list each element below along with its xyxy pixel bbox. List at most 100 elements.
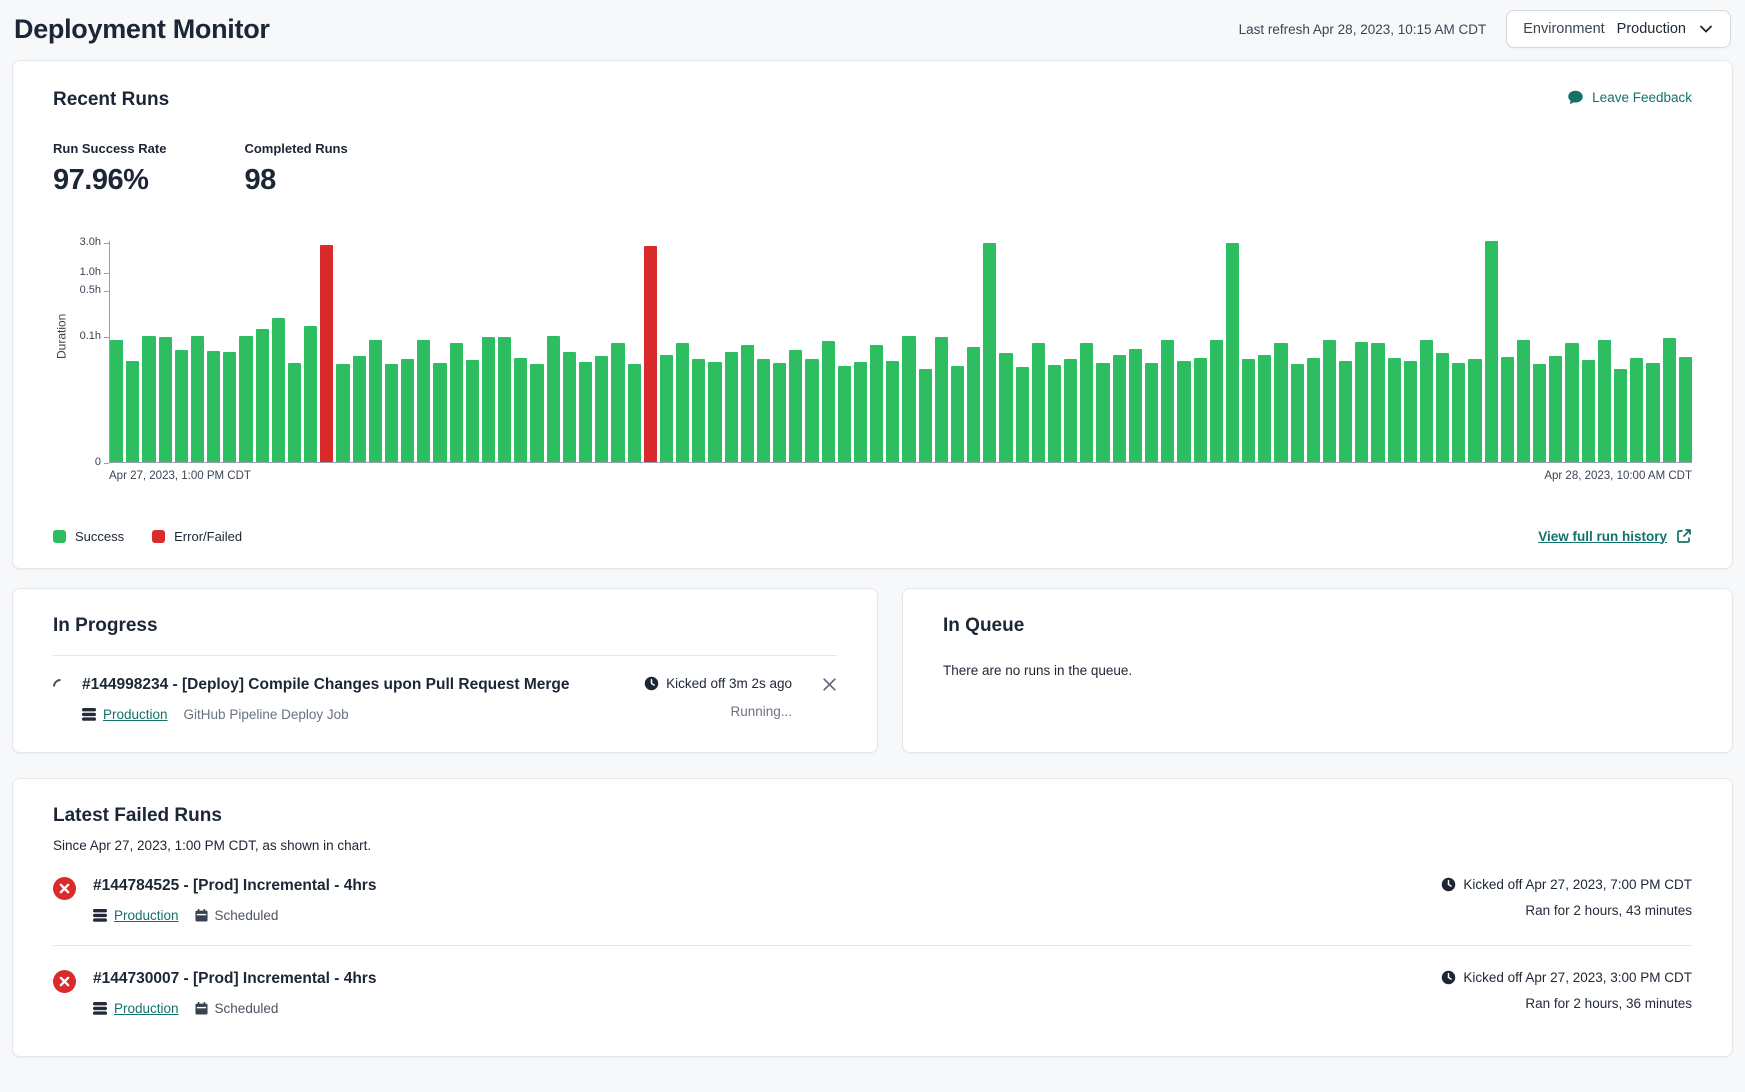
run-bar-success[interactable] — [1679, 357, 1692, 462]
run-bar-success[interactable] — [611, 343, 624, 462]
run-bar-success[interactable] — [336, 364, 349, 462]
run-bar-success[interactable] — [1080, 343, 1093, 462]
run-bar-success[interactable] — [886, 361, 899, 462]
environment-dropdown[interactable]: Environment Production — [1506, 10, 1731, 48]
run-bar-success[interactable] — [1194, 358, 1207, 462]
run-bar-success[interactable] — [1598, 340, 1611, 462]
run-bar-success[interactable] — [1485, 241, 1498, 462]
run-bar-success[interactable] — [369, 340, 382, 463]
run-bar-success[interactable] — [1549, 356, 1562, 462]
run-bar-success[interactable] — [1226, 243, 1239, 462]
run-bar-success[interactable] — [676, 343, 689, 463]
run-bar-success[interactable] — [999, 353, 1012, 462]
run-bar-success[interactable] — [1630, 358, 1643, 462]
run-bar-success[interactable] — [1582, 360, 1595, 462]
run-bar-success[interactable] — [1501, 357, 1514, 462]
run-bar-success[interactable] — [1339, 361, 1352, 462]
run-bar-success[interactable] — [822, 341, 835, 462]
run-bar-success[interactable] — [1129, 349, 1142, 462]
run-bar-success[interactable] — [223, 352, 236, 462]
run-bar-success[interactable] — [385, 364, 398, 462]
run-bar-success[interactable] — [1016, 367, 1029, 462]
run-bar-success[interactable] — [563, 352, 576, 462]
run-bar-success[interactable] — [288, 363, 301, 462]
run-bar-success[interactable] — [757, 359, 770, 462]
run-bar-success[interactable] — [239, 336, 252, 462]
run-name-link[interactable]: #144998234 - [Deploy] Compile Changes up… — [82, 676, 630, 694]
run-bar-success[interactable] — [1096, 363, 1109, 462]
run-bar-success[interactable] — [110, 340, 123, 463]
run-bar-success[interactable] — [1436, 353, 1449, 462]
run-name-link[interactable]: #144784525 - [Prod] Incremental - 4hrs — [93, 877, 1424, 895]
run-bar-success[interactable] — [401, 359, 414, 462]
run-bar-success[interactable] — [1452, 363, 1465, 462]
run-bar-success[interactable] — [1388, 358, 1401, 462]
run-bar-success[interactable] — [1032, 343, 1045, 462]
run-bar-success[interactable] — [417, 340, 430, 463]
run-bar-success[interactable] — [1565, 343, 1578, 462]
environment-link[interactable]: Production — [82, 707, 168, 722]
run-bar-success[interactable] — [547, 336, 560, 462]
run-bar-success[interactable] — [191, 336, 204, 462]
run-bar-success[interactable] — [660, 355, 673, 462]
leave-feedback-link[interactable]: Leave Feedback — [1567, 89, 1692, 106]
run-bar-success[interactable] — [1113, 355, 1126, 462]
run-bar-success[interactable] — [1614, 369, 1627, 462]
run-bar-success[interactable] — [1663, 338, 1676, 462]
run-bar-success[interactable] — [1517, 340, 1530, 463]
run-bar-success[interactable] — [1274, 343, 1287, 462]
run-bar-success[interactable] — [854, 362, 867, 462]
run-bar-success[interactable] — [741, 345, 754, 462]
run-bar-success[interactable] — [1371, 343, 1384, 462]
run-bar-success[interactable] — [838, 366, 851, 462]
run-bar-success[interactable] — [272, 318, 285, 462]
run-bar-success[interactable] — [1533, 364, 1546, 462]
run-bar-success[interactable] — [1242, 359, 1255, 462]
run-bar-success[interactable] — [1064, 359, 1077, 462]
view-full-run-history-link[interactable]: View full run history — [1538, 528, 1692, 544]
run-bar-success[interactable] — [142, 336, 155, 462]
run-bar-success[interactable] — [304, 326, 317, 462]
run-bar-success[interactable] — [870, 345, 883, 462]
run-bar-success[interactable] — [902, 336, 915, 462]
environment-link[interactable]: Production — [93, 1001, 179, 1016]
run-bar-success[interactable] — [967, 347, 980, 462]
run-bar-success[interactable] — [207, 351, 220, 462]
run-bar-success[interactable] — [1161, 340, 1174, 463]
run-bar-success[interactable] — [708, 362, 721, 462]
run-bar-success[interactable] — [725, 352, 738, 463]
run-bar-success[interactable] — [1210, 340, 1223, 463]
run-bar-success[interactable] — [514, 358, 527, 462]
run-bar-success[interactable] — [482, 337, 495, 462]
run-bar-success[interactable] — [1323, 340, 1336, 463]
run-bar-success[interactable] — [789, 350, 802, 462]
run-name-link[interactable]: #144730007 - [Prod] Incremental - 4hrs — [93, 970, 1424, 988]
run-bar-success[interactable] — [126, 361, 139, 462]
run-bar-success[interactable] — [805, 359, 818, 462]
run-bar-success[interactable] — [1291, 364, 1304, 462]
run-bar-success[interactable] — [773, 363, 786, 462]
environment-link[interactable]: Production — [93, 908, 179, 923]
run-bar-success[interactable] — [595, 356, 608, 462]
close-icon[interactable] — [822, 677, 837, 697]
run-bar-success[interactable] — [256, 329, 269, 463]
run-bar-success[interactable] — [530, 364, 543, 462]
run-bar-success[interactable] — [1468, 359, 1481, 462]
run-bar-success[interactable] — [1420, 340, 1433, 463]
run-bar-success[interactable] — [983, 243, 996, 462]
run-bar-error[interactable] — [320, 245, 333, 462]
run-bar-success[interactable] — [1404, 361, 1417, 462]
run-bar-error[interactable] — [644, 246, 657, 462]
run-bar-success[interactable] — [498, 337, 511, 462]
run-bar-success[interactable] — [1646, 363, 1659, 462]
run-bar-success[interactable] — [433, 363, 446, 462]
run-bar-success[interactable] — [919, 369, 932, 462]
run-bar-success[interactable] — [353, 356, 366, 462]
run-bar-success[interactable] — [935, 337, 948, 462]
run-bar-success[interactable] — [1177, 361, 1190, 462]
run-bar-success[interactable] — [1048, 365, 1061, 462]
run-bar-success[interactable] — [1258, 355, 1271, 462]
run-bar-success[interactable] — [628, 364, 641, 462]
run-bar-success[interactable] — [1145, 363, 1158, 462]
run-bar-success[interactable] — [466, 360, 479, 462]
